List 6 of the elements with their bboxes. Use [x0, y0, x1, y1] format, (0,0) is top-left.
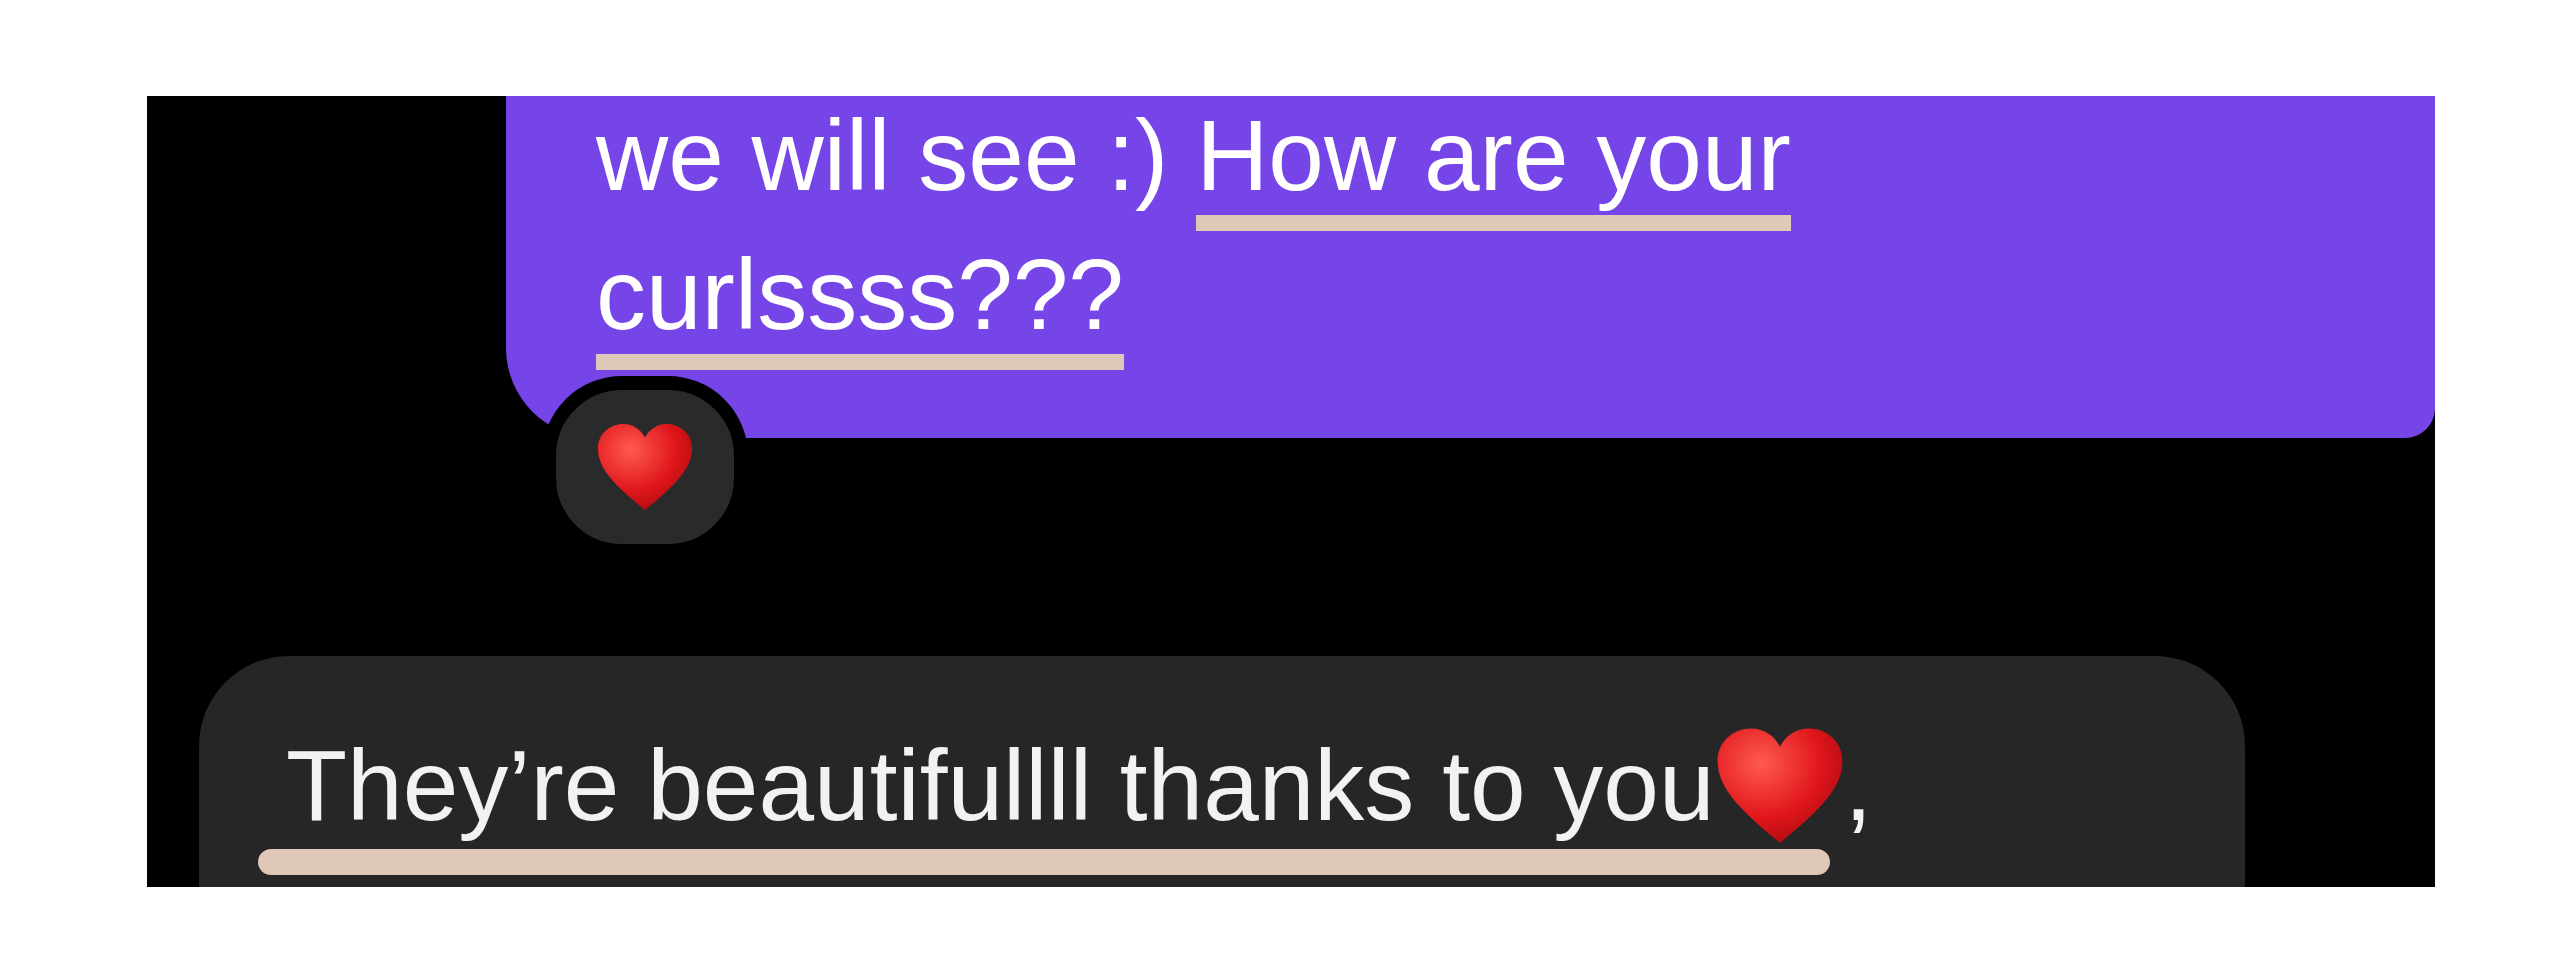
message-text: , — [1844, 728, 1873, 843]
heart-icon — [596, 421, 694, 513]
message-text: How are your — [1196, 98, 1791, 213]
message-text: we will see :) — [596, 98, 1170, 213]
message-text: They’re beautifullll thanks to you — [286, 728, 1715, 843]
message-text: curlssss??? — [596, 237, 1124, 352]
